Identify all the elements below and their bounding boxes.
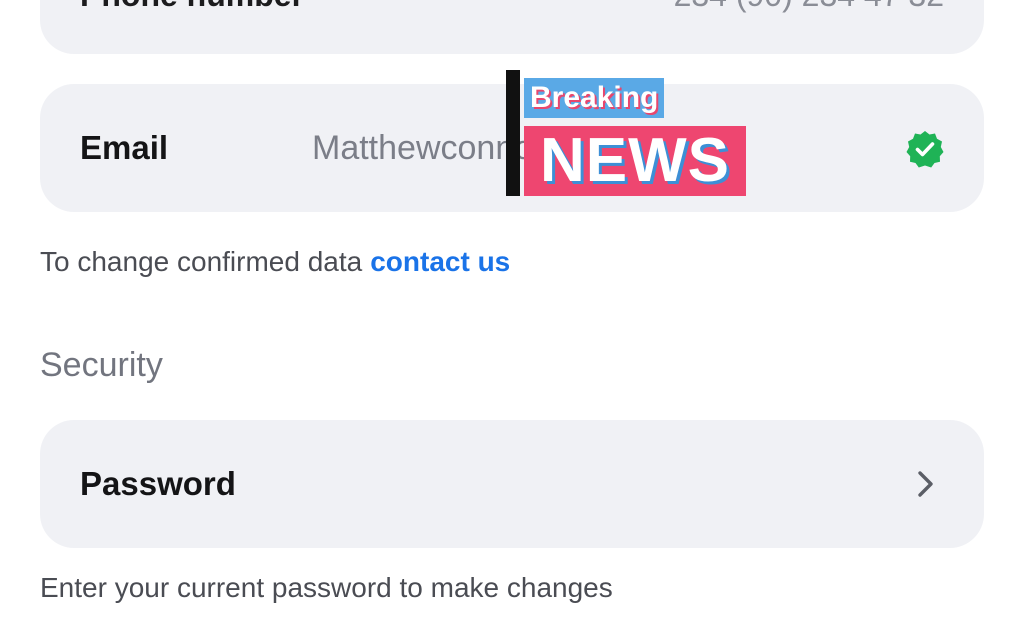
- change-data-text: To change confirmed data: [40, 246, 363, 277]
- security-section-title: Security: [40, 346, 163, 384]
- phone-label: Phone number: [80, 0, 304, 14]
- breaking-news-sticker: Breaking NEWS: [506, 70, 750, 198]
- password-hint: Enter your current password to make chan…: [40, 572, 613, 603]
- sticker-bar: [506, 70, 520, 196]
- email-label: Email: [80, 129, 169, 166]
- password-row[interactable]: Password: [40, 420, 984, 548]
- news-label: NEWS: [524, 126, 746, 196]
- phone-row[interactable]: Phone number 234 (90) 234 47 32: [40, 0, 984, 54]
- password-label: Password: [80, 465, 236, 502]
- contact-us-link[interactable]: contact us: [370, 246, 510, 277]
- change-data-hint: To change confirmed data contact us: [40, 246, 510, 278]
- check-badge-icon: [906, 131, 944, 168]
- breaking-label: Breaking: [524, 78, 665, 118]
- phone-value: 234 (90) 234 47 32: [674, 0, 944, 14]
- chevron-right-icon[interactable]: [914, 468, 938, 500]
